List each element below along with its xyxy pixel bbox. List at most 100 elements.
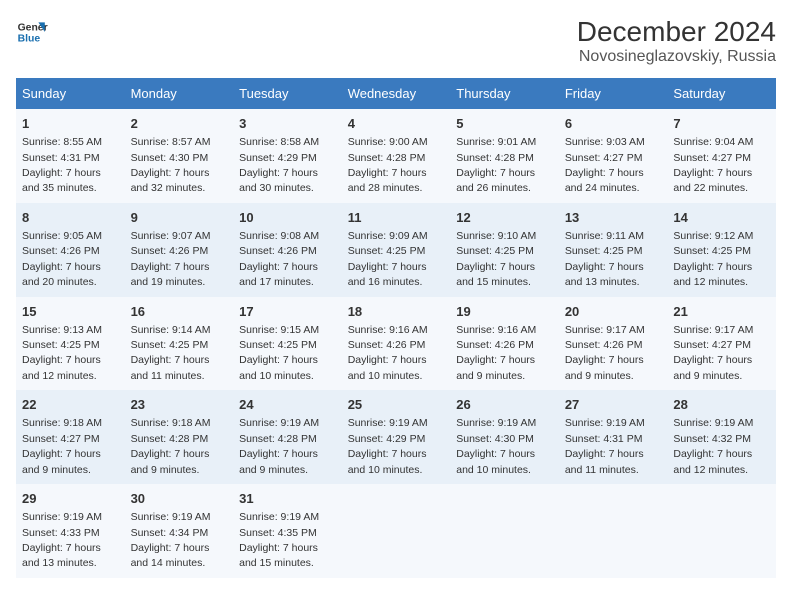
day-number: 15 [22,303,119,321]
day-cell-26: 26 Sunrise: 9:19 AMSunset: 4:30 PMDayligh… [450,390,559,484]
day-info: Sunrise: 9:12 AMSunset: 4:25 PMDaylight:… [673,230,753,288]
day-info: Sunrise: 9:16 AMSunset: 4:26 PMDaylight:… [456,324,536,382]
day-number: 23 [131,396,228,414]
day-cell-18: 18 Sunrise: 9:16 AMSunset: 4:26 PMDayligh… [342,297,451,391]
day-info: Sunrise: 9:05 AMSunset: 4:26 PMDaylight:… [22,230,102,288]
day-number: 13 [565,209,662,227]
day-number: 9 [131,209,228,227]
day-info: Sunrise: 9:19 AMSunset: 4:31 PMDaylight:… [565,417,645,475]
logo-icon: General Blue [16,16,48,48]
day-info: Sunrise: 9:19 AMSunset: 4:28 PMDaylight:… [239,417,319,475]
day-info: Sunrise: 9:17 AMSunset: 4:27 PMDaylight:… [673,324,753,382]
day-cell-28: 28 Sunrise: 9:19 AMSunset: 4:32 PMDayligh… [667,390,776,484]
day-cell-31: 31 Sunrise: 9:19 AMSunset: 4:35 PMDayligh… [233,484,342,578]
day-number: 20 [565,303,662,321]
day-cell-29: 29Sunrise: 9:19 AMSunset: 4:33 PMDayligh… [16,484,125,578]
day-number: 8 [22,209,119,227]
day-number: 21 [673,303,770,321]
day-number: 19 [456,303,553,321]
title-block: December 2024 Novosineglazovskiy, Russia [577,16,776,66]
day-number: 18 [348,303,445,321]
day-info: Sunrise: 9:19 AMSunset: 4:29 PMDaylight:… [348,417,428,475]
day-number: 24 [239,396,336,414]
calendar-table: SundayMondayTuesdayWednesdayThursdayFrid… [16,78,776,578]
day-info: Sunrise: 9:18 AMSunset: 4:28 PMDaylight:… [131,417,211,475]
day-cell-24: 24 Sunrise: 9:19 AMSunset: 4:28 PMDayligh… [233,390,342,484]
svg-text:Blue: Blue [18,34,41,45]
empty-cell [342,484,451,578]
day-cell-9: 9 Sunrise: 9:07 AMSunset: 4:26 PMDaylight… [125,203,234,297]
day-info: Sunrise: 8:57 AMSunset: 4:30 PMDaylight:… [131,136,211,194]
day-info: Sunrise: 9:09 AMSunset: 4:25 PMDaylight:… [348,230,428,288]
week-row-3: 15Sunrise: 9:13 AMSunset: 4:25 PMDayligh… [16,297,776,391]
day-cell-25: 25 Sunrise: 9:19 AMSunset: 4:29 PMDayligh… [342,390,451,484]
day-info: Sunrise: 9:15 AMSunset: 4:25 PMDaylight:… [239,324,319,382]
day-info: Sunrise: 9:01 AMSunset: 4:28 PMDaylight:… [456,136,536,194]
day-info: Sunrise: 9:11 AMSunset: 4:25 PMDaylight:… [565,230,644,288]
page-header: General Blue December 2024 Novosineglazo… [16,16,776,66]
header-day-monday: Monday [125,78,234,109]
day-number: 26 [456,396,553,414]
day-cell-15: 15Sunrise: 9:13 AMSunset: 4:25 PMDayligh… [16,297,125,391]
day-number: 17 [239,303,336,321]
day-cell-3: 3 Sunrise: 8:58 AMSunset: 4:29 PMDaylight… [233,109,342,203]
day-number: 1 [22,115,119,133]
day-cell-8: 8 Sunrise: 9:05 AMSunset: 4:26 PMDaylight… [16,203,125,297]
day-info: Sunrise: 9:19 AMSunset: 4:32 PMDaylight:… [673,417,753,475]
header-day-tuesday: Tuesday [233,78,342,109]
day-info: Sunrise: 9:19 AMSunset: 4:30 PMDaylight:… [456,417,536,475]
day-cell-1: 1 Sunrise: 8:55 AMSunset: 4:31 PMDaylight… [16,109,125,203]
location-subtitle: Novosineglazovskiy, Russia [577,48,776,66]
day-number: 6 [565,115,662,133]
day-info: Sunrise: 8:55 AMSunset: 4:31 PMDaylight:… [22,136,102,194]
logo: General Blue [16,16,48,48]
header-day-saturday: Saturday [667,78,776,109]
day-number: 7 [673,115,770,133]
day-number: 3 [239,115,336,133]
day-cell-17: 17 Sunrise: 9:15 AMSunset: 4:25 PMDayligh… [233,297,342,391]
header-day-sunday: Sunday [16,78,125,109]
day-info: Sunrise: 9:00 AMSunset: 4:28 PMDaylight:… [348,136,428,194]
day-number: 25 [348,396,445,414]
day-cell-20: 20Sunrise: 9:17 AMSunset: 4:26 PMDayligh… [559,297,668,391]
day-info: Sunrise: 9:07 AMSunset: 4:26 PMDaylight:… [131,230,211,288]
day-cell-4: 4 Sunrise: 9:00 AMSunset: 4:28 PMDaylight… [342,109,451,203]
day-info: Sunrise: 9:04 AMSunset: 4:27 PMDaylight:… [673,136,753,194]
week-row-2: 8 Sunrise: 9:05 AMSunset: 4:26 PMDaylight… [16,203,776,297]
header-day-thursday: Thursday [450,78,559,109]
day-number: 22 [22,396,119,414]
day-cell-21: 21 Sunrise: 9:17 AMSunset: 4:27 PMDayligh… [667,297,776,391]
week-row-1: 1 Sunrise: 8:55 AMSunset: 4:31 PMDaylight… [16,109,776,203]
day-number: 28 [673,396,770,414]
day-number: 16 [131,303,228,321]
day-number: 10 [239,209,336,227]
day-cell-7: 7 Sunrise: 9:04 AMSunset: 4:27 PMDaylight… [667,109,776,203]
day-info: Sunrise: 8:58 AMSunset: 4:29 PMDaylight:… [239,136,319,194]
header-day-friday: Friday [559,78,668,109]
day-cell-19: 19 Sunrise: 9:16 AMSunset: 4:26 PMDayligh… [450,297,559,391]
empty-cell [450,484,559,578]
day-cell-30: 30 Sunrise: 9:19 AMSunset: 4:34 PMDayligh… [125,484,234,578]
day-cell-5: 5Sunrise: 9:01 AMSunset: 4:28 PMDaylight… [450,109,559,203]
header-row: SundayMondayTuesdayWednesdayThursdayFrid… [16,78,776,109]
day-cell-12: 12Sunrise: 9:10 AMSunset: 4:25 PMDayligh… [450,203,559,297]
empty-cell [559,484,668,578]
day-cell-22: 22 Sunrise: 9:18 AMSunset: 4:27 PMDayligh… [16,390,125,484]
day-number: 29 [22,490,119,508]
month-title: December 2024 [577,16,776,48]
day-info: Sunrise: 9:18 AMSunset: 4:27 PMDaylight:… [22,417,102,475]
day-info: Sunrise: 9:16 AMSunset: 4:26 PMDaylight:… [348,324,428,382]
week-row-4: 22 Sunrise: 9:18 AMSunset: 4:27 PMDayligh… [16,390,776,484]
day-info: Sunrise: 9:19 AMSunset: 4:35 PMDaylight:… [239,511,319,569]
day-number: 31 [239,490,336,508]
day-cell-10: 10Sunrise: 9:08 AMSunset: 4:26 PMDayligh… [233,203,342,297]
day-number: 30 [131,490,228,508]
day-number: 4 [348,115,445,133]
week-row-5: 29Sunrise: 9:19 AMSunset: 4:33 PMDayligh… [16,484,776,578]
day-number: 2 [131,115,228,133]
day-cell-2: 2 Sunrise: 8:57 AMSunset: 4:30 PMDaylight… [125,109,234,203]
day-number: 27 [565,396,662,414]
day-number: 14 [673,209,770,227]
day-info: Sunrise: 9:19 AMSunset: 4:34 PMDaylight:… [131,511,211,569]
day-info: Sunrise: 9:10 AMSunset: 4:25 PMDaylight:… [456,230,536,288]
